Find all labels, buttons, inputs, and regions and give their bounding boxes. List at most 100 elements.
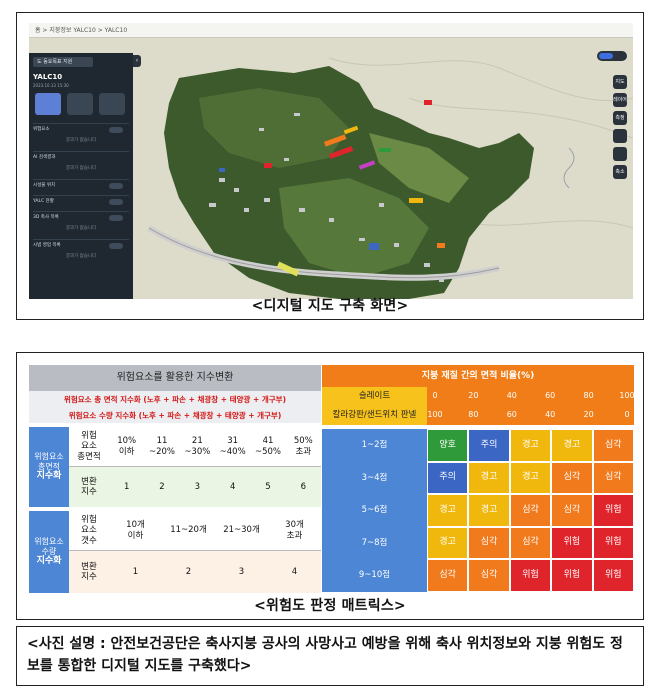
risk-cell: 위험	[551, 559, 593, 592]
count-row2-label: 변환 지수	[69, 551, 109, 593]
risk-cell: 주의	[427, 461, 469, 494]
count-index-cell: 2	[162, 551, 215, 593]
matrix-figure-box: 위험요소를 활용한 지수변환 위험요소 총 면적 지수화 (노후 + 파손 + …	[16, 352, 644, 620]
area-level-cell: 10% 이하	[109, 427, 145, 467]
panel-subtitle: 2023.10.13 15:30	[33, 83, 69, 88]
count-row1-label: 위험 요소 갯수	[69, 511, 109, 551]
panel-row-empty: 결과가 없습니다	[65, 226, 97, 231]
left-title: 위험요소를 활용한 지수변환	[29, 365, 321, 391]
map-caption: <디지털 지도 구축 화면>	[251, 298, 409, 314]
area-level-cell: 31 ~40%	[215, 427, 251, 467]
area-index-cell: 5	[250, 467, 286, 507]
panel-row[interactable]: 시설물 위치	[33, 179, 129, 192]
steel-percent: 40	[545, 410, 556, 419]
area-level-cell: 21 ~30%	[179, 427, 215, 467]
map-tool-button[interactable]: 축소	[613, 165, 627, 179]
matrix-caption: <위험도 판정 매트릭스>	[254, 598, 406, 614]
risk-cell: 위험	[509, 559, 552, 592]
slate-percent: 0	[432, 391, 438, 400]
view-tile-satellite[interactable]	[67, 93, 93, 115]
area-index-cell: 4	[215, 467, 251, 507]
map-tool-button[interactable]	[613, 147, 627, 161]
slate-scale	[427, 387, 634, 405]
count-level-cell: 10개 이하	[109, 511, 162, 551]
count-index-cell: 3	[215, 551, 268, 593]
area-level-cell: 11 ~20%	[144, 427, 180, 467]
map-tool-button[interactable]: 레이어	[613, 93, 627, 107]
slate-percent: 20	[468, 391, 479, 400]
view-tile-hybrid[interactable]	[99, 93, 125, 115]
steel-scale	[427, 405, 634, 425]
map-breadcrumb: 홈 > 지붕정보 YALC10 > YALC10	[29, 23, 633, 38]
area-level-cell: 50% 초과	[285, 427, 321, 467]
risk-cell: 위험	[592, 559, 634, 592]
area-index-cell: 3	[179, 467, 215, 507]
steel-percent: 0	[624, 410, 630, 419]
map-tool-button[interactable]: 지도	[613, 75, 627, 89]
panel-header-button[interactable]: 도 동요목표 지원	[33, 57, 93, 67]
risk-cell: 심각	[468, 526, 510, 559]
slate-label: 슬레이트	[322, 387, 427, 405]
score-level-cell: 1~2점	[322, 429, 427, 462]
area-row1-label: 위험 요소 총면적	[69, 427, 109, 467]
panel-row-empty: 결과가 없습니다	[65, 138, 97, 143]
panel-collapse-button[interactable]: ‹	[133, 55, 141, 67]
slate-percent: 40	[506, 391, 517, 400]
digital-map-screenshot: 홈 > 지붕정보 YALC10 > YALC10 도 동요목표 지원 YALC1…	[29, 23, 633, 299]
risk-cell: 심각	[551, 461, 593, 494]
score-level-cell: 5~6점	[322, 494, 427, 527]
right-title: 지붕 재질 간의 면적 비율(%)	[322, 365, 634, 387]
slate-percent: 100	[619, 391, 635, 400]
risk-cell: 심각	[551, 494, 593, 527]
count-index-cell: 1	[109, 551, 162, 593]
risk-cell: 경고	[468, 494, 510, 527]
area-row2-label: 변환 지수	[69, 467, 109, 507]
steel-percent: 100	[427, 410, 443, 419]
map-figure-box: 홈 > 지붕정보 YALC10 > YALC10 도 동요목표 지원 YALC1…	[16, 12, 644, 320]
count-level-cell: 11~20개	[162, 511, 215, 551]
panel-row[interactable]: YALC 현황	[33, 195, 129, 208]
risk-cell: 심각	[468, 559, 510, 592]
risk-cell: 경고	[427, 526, 469, 559]
area-index-cell: 2	[144, 467, 180, 507]
count-level-cell: 21~30개	[215, 511, 268, 551]
legend-count: 위험요소 수량 지수화 (노후 + 파손 + 채광창 + 태양광 + 개구부)	[29, 407, 321, 423]
toggle-button[interactable]	[109, 183, 123, 189]
toggle-button[interactable]	[109, 199, 123, 205]
map-side-panel: 도 동요목표 지원 YALC10 2023.10.13 15:30 위험요소 결…	[29, 53, 133, 299]
count-side-label: 위험요소 수량 지수화	[29, 511, 69, 593]
area-index-cell: 6	[285, 467, 321, 507]
panel-title: YALC10	[33, 73, 63, 81]
steel-percent: 20	[583, 410, 594, 419]
map-mode-toggle[interactable]	[597, 51, 627, 61]
toggle-button[interactable]	[109, 215, 123, 221]
panel-row-empty: 결과가 없습니다	[65, 254, 97, 259]
risk-cell: 경고	[509, 461, 552, 494]
risk-cell: 경고	[468, 461, 510, 494]
photo-caption-box: <사진 설명 : 안전보건공단은 축사지붕 공사의 사망사고 예방을 위해 축사…	[16, 626, 644, 686]
map-tool-button[interactable]: 측정	[613, 111, 627, 125]
risk-cell: 위험	[592, 494, 634, 527]
legend-area: 위험요소 총 면적 지수화 (노후 + 파손 + 채광창 + 태양광 + 개구부…	[29, 391, 321, 407]
risk-cell: 경고	[551, 429, 593, 462]
toggle-button[interactable]	[109, 127, 123, 133]
slate-percent: 60	[545, 391, 556, 400]
risk-cell: 주의	[468, 429, 510, 462]
risk-cell: 심각	[509, 494, 552, 527]
view-tile-basic[interactable]	[35, 93, 61, 115]
slate-percent: 80	[583, 391, 594, 400]
map-tool-button[interactable]	[613, 129, 627, 143]
steel-percent: 60	[506, 410, 517, 419]
area-index-cell: 1	[109, 467, 145, 507]
area-level-cell: 41 ~50%	[250, 427, 286, 467]
risk-cell: 심각	[427, 559, 469, 592]
risk-cell: 경고	[427, 494, 469, 527]
toggle-button[interactable]	[109, 243, 123, 249]
risk-cell: 심각	[592, 429, 634, 462]
steel-label: 칼라강판/샌드위치 판넬	[322, 405, 427, 425]
panel-row-empty: 결과가 없습니다	[65, 166, 97, 171]
risk-cell: 심각	[509, 526, 552, 559]
steel-percent: 80	[468, 410, 479, 419]
risk-cell: 위험	[592, 526, 634, 559]
area-side-label: 위험요소 총면적 지수화	[29, 427, 69, 507]
